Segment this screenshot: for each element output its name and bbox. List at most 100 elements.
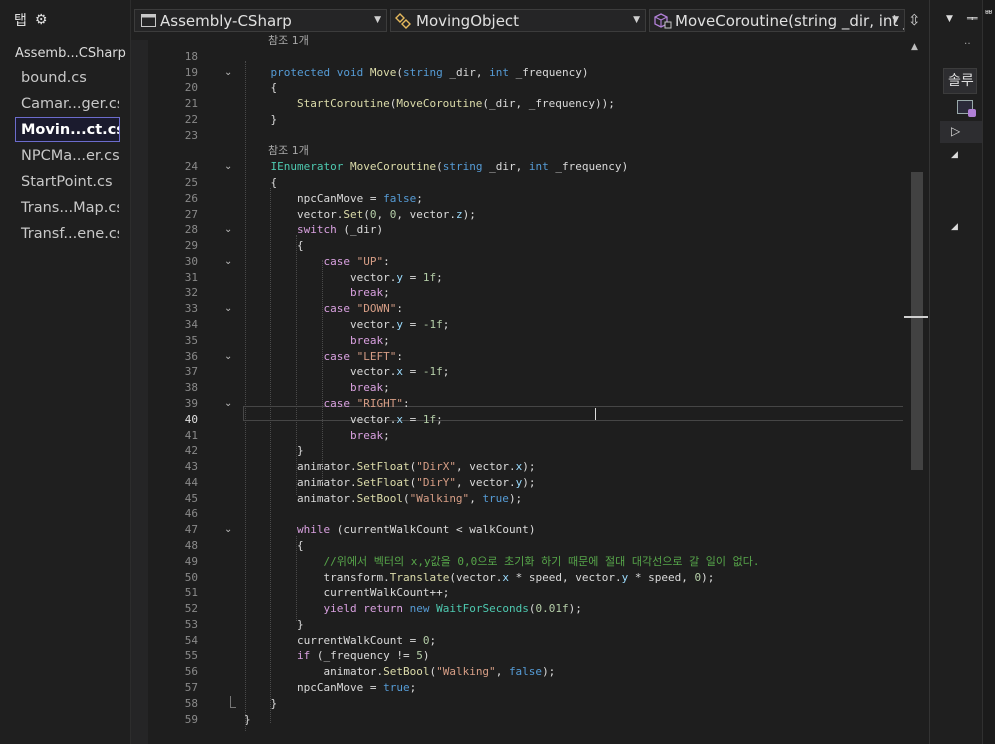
fold-toggle-icon[interactable]: ⌄ [224,349,232,365]
fold-toggle-icon[interactable]: ⌄ [224,159,232,175]
more-icon[interactable]: ‥ [964,36,971,47]
code-area[interactable]: 참조 1개 18 19 ⌄ protected void Move(string _d… [148,34,904,744]
code-line[interactable]: 41 break; [148,428,903,444]
code-line[interactable]: 47 ⌄ while (currentWalkCount < walkCount) [148,522,903,538]
code-text: vector.y = 1f; [244,270,443,286]
file-tab[interactable]: Camar...ger.cs [15,91,120,116]
code-token: ; [442,365,450,379]
code-line[interactable]: 42 } [148,443,903,459]
member-dropdown[interactable]: MoveCoroutine(string _dir, int _ ▼ [649,9,905,32]
code-token: , [396,207,410,221]
file-tab[interactable]: StartPoint.cs [15,169,120,194]
code-text: { [244,80,277,96]
code-line[interactable]: 50 transform.Translate(vector.x * speed,… [148,570,903,586]
code-line[interactable]: 26 npcCanMove = false; [148,191,903,207]
code-line[interactable]: 39 ⌄ case "RIGHT": [148,396,903,412]
code-line[interactable]: 21 StartCoroutine(MoveCoroutine(_dir, _f… [148,96,903,112]
code-editor[interactable]: 참조 1개 18 19 ⌄ protected void Move(string _d… [131,34,929,744]
code-line[interactable]: 30 ⌄ case "UP": [148,254,903,270]
code-line[interactable]: 49 //위에서 벡터의 x,y값을 0,0으로 초기화 하기 때문에 절대 대… [148,554,903,570]
code-line[interactable]: 55 if (_frequency != 5) [148,648,903,664]
code-line[interactable]: 33 ⌄ case "DOWN": [148,301,903,317]
fold-toggle-icon[interactable]: ⌄ [224,254,232,270]
expanded-triangle-icon[interactable]: ◢ [951,222,958,232]
fold-toggle-icon[interactable]: ⌄ [224,301,232,317]
fold-toggle-icon[interactable]: ⌄ [224,396,232,412]
code-token: { [244,538,304,552]
code-text: } [244,617,304,633]
code-line[interactable]: 23 [148,128,903,144]
code-line[interactable]: 32 break; [148,285,903,301]
code-token: x [396,365,403,379]
code-line[interactable]: 51 currentWalkCount++; [148,585,903,601]
fold-toggle-icon[interactable]: ⌄ [224,522,232,538]
code-token: ( [330,523,344,537]
code-line[interactable]: 20 { [148,80,903,96]
code-line[interactable]: 36 ⌄ case "LEFT": [148,349,903,365]
split-editor-icon[interactable]: ⇳ [908,11,921,29]
code-line[interactable]: 48 { [148,538,903,554]
code-line[interactable]: 56 animator.SetBool("Walking", false); [148,664,903,680]
solution-icon[interactable] [957,100,976,117]
code-line[interactable]: 57 npcCanMove = true; [148,680,903,696]
code-line[interactable]: 40 vector.x = 1f; [148,412,903,428]
vertical-scrollbar[interactable]: ▲ [903,40,929,744]
expanded-triangle-icon[interactable]: ◢ [951,150,958,160]
file-tab[interactable]: Movin...ct.cs [15,117,120,142]
code-token: -1f [422,318,443,332]
code-line[interactable]: 37 vector.x = -1f; [148,364,903,380]
scroll-up-icon[interactable]: ▲ [911,42,918,52]
solution-explorer-tab[interactable]: 솔루 [943,68,977,94]
code-token: ( [396,65,403,79]
code-line[interactable]: 28 ⌄ switch (_dir) [148,222,903,238]
code-line[interactable]: 44 animator.SetFloat("DirY", vector.y); [148,475,903,491]
class-dropdown[interactable]: MovingObject ▼ [390,9,646,32]
code-line[interactable]: 18 [148,49,903,65]
code-line[interactable]: 19 ⌄ protected void Move(string _dir, int… [148,65,903,81]
code-line[interactable]: 45 animator.SetBool("Walking", true); [148,491,903,507]
fold-toggle-icon[interactable]: ⌄ [224,222,232,238]
code-line[interactable]: 24 ⌄ IEnumerator MoveCoroutine(string _di… [148,159,903,175]
code-token: = [402,412,423,426]
gear-icon[interactable]: ⚙ [35,12,48,28]
project-dropdown[interactable]: Assembly-CSharp ▼ [134,9,387,32]
code-token: : [402,396,410,410]
code-token: "Walking" [409,491,470,505]
code-line[interactable]: 58 } [148,696,903,712]
code-line[interactable]: 52 yield return new WaitForSeconds(0.01f… [148,601,903,617]
code-line[interactable]: 34 vector.y = -1f; [148,317,903,333]
file-tab[interactable]: Trans...Map.cs [15,195,120,220]
line-number: 51 [184,586,198,600]
code-line[interactable]: 25 { [148,175,903,191]
tab-panel: 탭 ⚙ Assemb...CSharp bound.cs Camar...ger.… [0,0,131,744]
code-line[interactable]: 46 [148,506,903,522]
code-line[interactable]: 27 vector.Set(0, 0, vector.z); [148,207,903,223]
codelens-reference-count[interactable]: 참조 1개 [268,33,309,49]
file-tab[interactable]: Transf...ene.cs [15,221,120,246]
code-token: MoveCoroutine [396,97,483,111]
code-token: ( [310,649,324,663]
code-line[interactable]: 31 vector.y = 1f; [148,270,903,286]
scrollbar-thumb[interactable] [911,172,923,470]
pin-icon[interactable]: ᆍ [966,8,978,27]
code-line[interactable]: 54 currentWalkCount = 0; [148,633,903,649]
file-tab[interactable]: bound.cs [15,65,120,90]
code-line[interactable]: 53 } [148,617,903,633]
code-line[interactable]: 35 break; [148,333,903,349]
chevron-down-icon[interactable]: ▼ [946,14,953,24]
file-tab[interactable]: NPCMa...er.cs [15,143,120,168]
code-line[interactable]: 22 } [148,112,903,128]
fold-toggle-icon[interactable]: ⌄ [224,65,232,81]
expand-arrow-icon[interactable]: ▷ [951,124,960,138]
code-line[interactable]: 43 animator.SetFloat("DirX", vector.x); [148,459,903,475]
code-line[interactable]: 38 break; [148,380,903,396]
code-text: { [244,175,277,191]
code-line[interactable]: 59} [148,712,903,728]
code-token: protected [270,65,331,79]
code-token: animator [296,460,350,474]
code-line[interactable]: 29 { [148,238,903,254]
code-token: ( [336,223,350,237]
codelens-reference-count[interactable]: 참조 1개 [268,143,309,159]
